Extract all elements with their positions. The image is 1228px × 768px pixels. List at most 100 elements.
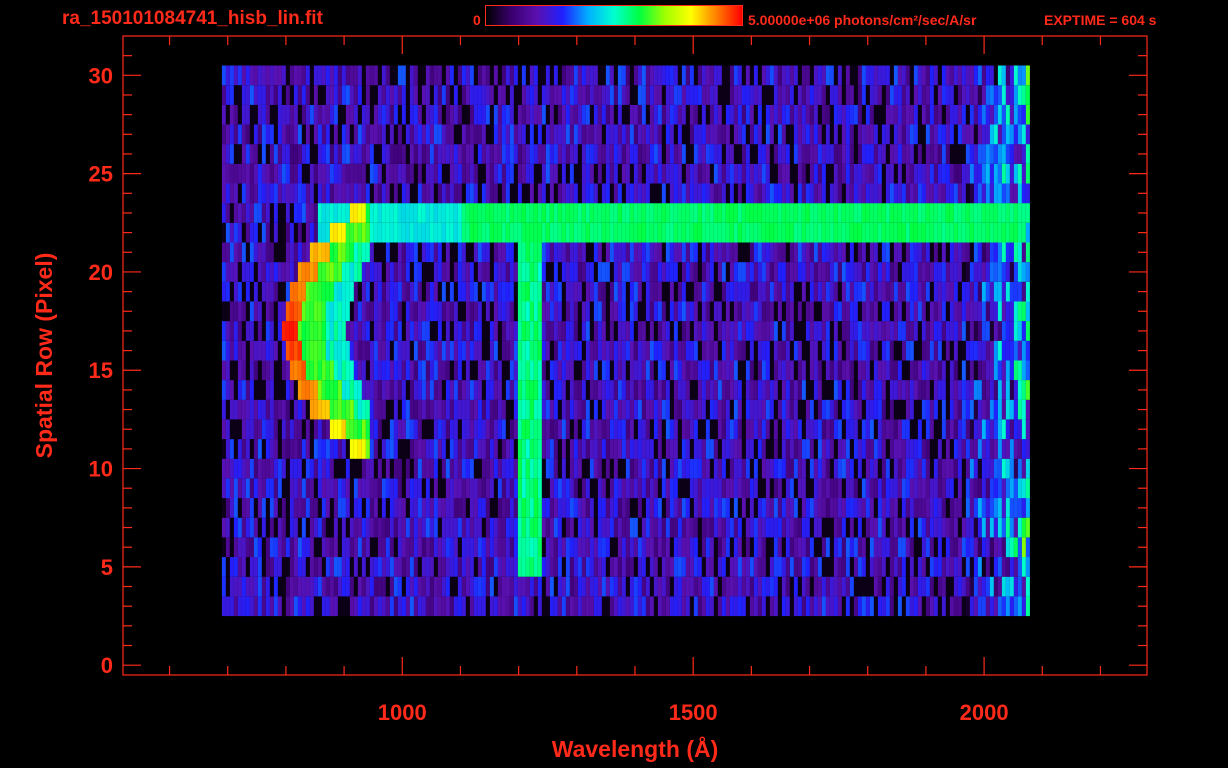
- heatmap-cell: [733, 596, 738, 617]
- heatmap-cell: [257, 517, 262, 538]
- heatmap-cell: [857, 203, 862, 223]
- heatmap-cell: [385, 321, 390, 341]
- heatmap-cell: [629, 596, 634, 617]
- heatmap-cell: [461, 321, 466, 341]
- heatmap-cell: [589, 340, 594, 361]
- heatmap-cell: [993, 439, 998, 459]
- heatmap-cell: [417, 498, 422, 518]
- heatmap-cell: [325, 340, 330, 361]
- heatmap-cell: [517, 360, 522, 381]
- heatmap-cell: [917, 537, 922, 558]
- heatmap-cell: [245, 124, 250, 145]
- heatmap-cell: [729, 399, 734, 420]
- heatmap-cell: [709, 242, 714, 263]
- heatmap-cell: [577, 458, 582, 479]
- heatmap-cell: [457, 183, 462, 204]
- heatmap-cell: [765, 399, 770, 420]
- heatmap-cell: [589, 124, 594, 145]
- heatmap-cell: [689, 321, 694, 341]
- heatmap-cell: [857, 301, 862, 322]
- heatmap-cell: [693, 183, 698, 204]
- heatmap-cell: [257, 321, 262, 341]
- heatmap-cell: [957, 517, 962, 538]
- heatmap-cell: [805, 517, 810, 538]
- heatmap-cell: [369, 203, 374, 223]
- heatmap-cell: [297, 478, 302, 499]
- heatmap-cell: [977, 517, 982, 538]
- heatmap-cell: [433, 537, 438, 558]
- heatmap-cell: [861, 340, 866, 361]
- heatmap-cell: [993, 419, 998, 440]
- heatmap-cell: [453, 380, 458, 400]
- heatmap-cell: [569, 419, 574, 440]
- heatmap-cell: [433, 163, 438, 184]
- heatmap-cell: [329, 478, 334, 499]
- heatmap-cell: [229, 557, 234, 577]
- heatmap-cell: [673, 557, 678, 577]
- heatmap-cell: [905, 380, 910, 400]
- heatmap-cell: [437, 124, 442, 145]
- heatmap-cell: [585, 576, 590, 597]
- heatmap-cell: [945, 419, 950, 440]
- heatmap-cell: [221, 281, 226, 302]
- heatmap-cell: [633, 399, 638, 420]
- heatmap-cell: [285, 360, 290, 381]
- heatmap-cell: [445, 419, 450, 440]
- heatmap-cell: [249, 281, 254, 302]
- heatmap-cell: [349, 262, 354, 282]
- heatmap-cell: [905, 478, 910, 499]
- heatmap-cell: [649, 163, 654, 184]
- heatmap-cell: [281, 183, 286, 204]
- heatmap-cell: [893, 439, 898, 459]
- heatmap-cell: [469, 380, 474, 400]
- heatmap-cell: [245, 596, 250, 617]
- heatmap-cell: [481, 203, 486, 223]
- heatmap-cell: [845, 360, 850, 381]
- heatmap-cell: [313, 557, 318, 577]
- heatmap-cell: [737, 380, 742, 400]
- heatmap-cell: [841, 262, 846, 282]
- heatmap-cell: [653, 124, 658, 145]
- heatmap-cell: [1005, 281, 1010, 302]
- heatmap-cell: [565, 478, 570, 499]
- heatmap-cell: [781, 596, 786, 617]
- heatmap-cell: [293, 458, 298, 479]
- heatmap-cell: [1025, 557, 1030, 577]
- heatmap-cell: [521, 576, 526, 597]
- heatmap-cell: [285, 478, 290, 499]
- heatmap-cell: [489, 340, 494, 361]
- heatmap-cell: [897, 557, 902, 577]
- heatmap-cell: [821, 321, 826, 341]
- heatmap-cell: [317, 596, 322, 617]
- heatmap-cell: [397, 281, 402, 302]
- heatmap-cell: [929, 557, 934, 577]
- heatmap-cell: [833, 517, 838, 538]
- heatmap-cell: [393, 498, 398, 518]
- heatmap-cell: [393, 576, 398, 597]
- heatmap-cell: [549, 498, 554, 518]
- heatmap-cell: [773, 183, 778, 204]
- heatmap-cell: [1005, 242, 1010, 263]
- heatmap-cell: [917, 557, 922, 577]
- heatmap-cell: [757, 419, 762, 440]
- heatmap-cell: [505, 458, 510, 479]
- heatmap-cell: [805, 557, 810, 577]
- heatmap-cell: [589, 557, 594, 577]
- heatmap-cell: [317, 399, 322, 420]
- heatmap-cell: [361, 399, 366, 420]
- heatmap-cell: [717, 321, 722, 341]
- heatmap-cell: [325, 144, 330, 164]
- heatmap-cell: [257, 478, 262, 499]
- heatmap-cell: [273, 399, 278, 420]
- heatmap-cell: [713, 360, 718, 381]
- heatmap-cell: [921, 399, 926, 420]
- heatmap-cell: [677, 262, 682, 282]
- heatmap-cell: [345, 144, 350, 164]
- heatmap-cell: [861, 242, 866, 263]
- heatmap-cell: [573, 281, 578, 302]
- heatmap-cell: [433, 458, 438, 479]
- heatmap-cell: [277, 380, 282, 400]
- heatmap-cell: [337, 242, 342, 263]
- heatmap-cell: [421, 576, 426, 597]
- heatmap-cell: [505, 222, 510, 243]
